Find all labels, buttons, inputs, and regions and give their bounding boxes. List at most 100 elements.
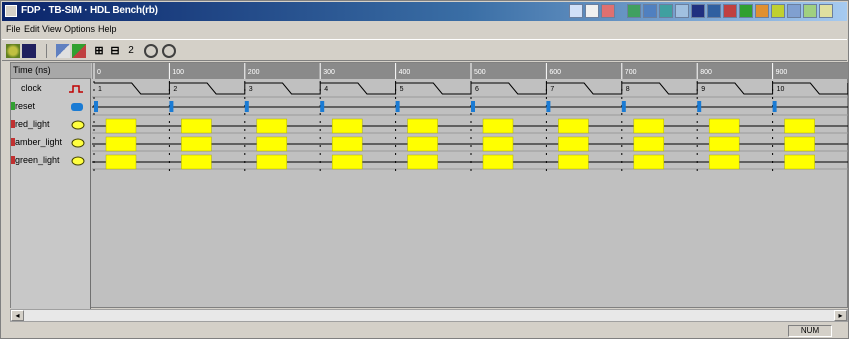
scroll-right-button[interactable]: ▸ (834, 310, 847, 321)
timeline-tick-label: 0 (97, 69, 101, 76)
time-header: Time (ns) (11, 63, 91, 79)
main-window: FDP · TB-SIM · HDL Bench(rb) File Edit V… (0, 0, 849, 339)
tray-icon[interactable] (643, 4, 657, 18)
light-pulse (407, 136, 438, 152)
tray-icon[interactable] (755, 4, 769, 18)
timeline-tick-label: 500 (474, 69, 486, 76)
tray-icon[interactable] (723, 4, 737, 18)
clock-cycle-label: 3 (249, 86, 253, 93)
time-header-label: Time (ns) (13, 65, 51, 75)
light-pulse (181, 154, 212, 170)
reset-marker (471, 101, 475, 112)
status-bar: NUM (2, 324, 847, 338)
timeline-tick-label: 900 (776, 69, 788, 76)
light-pulse (482, 154, 514, 170)
bus-signal-icon (71, 138, 85, 148)
light-pulse (181, 118, 212, 134)
light-pulse (105, 118, 137, 134)
reset-signal-icon (71, 103, 83, 111)
light-pulse (105, 154, 137, 170)
light-pulse (633, 136, 665, 152)
close-icon[interactable] (601, 4, 615, 18)
timeline-tick-label: 700 (625, 69, 637, 76)
signal-label: amber_light (15, 137, 63, 147)
menu-view[interactable]: View (42, 24, 61, 34)
tray-icon[interactable] (819, 4, 833, 18)
reset-marker (621, 101, 626, 112)
waveform-canvas[interactable]: 0 100 200 300 400 500 600 700 800 900 1 2 3 4 5 6 7 8 9 10 (92, 63, 848, 309)
toolbar-separator (46, 44, 48, 58)
light-pulse (708, 136, 740, 152)
clock-cycle-label: 8 (626, 86, 630, 93)
tray-icon[interactable] (627, 4, 641, 18)
tray-icon[interactable] (659, 4, 673, 18)
magnify-icon[interactable] (144, 44, 158, 58)
reset-marker (395, 101, 400, 112)
open-icon[interactable] (6, 44, 20, 58)
signal-row-amber-light[interactable]: amber_light (11, 135, 91, 151)
run-icon[interactable] (56, 44, 70, 58)
menu-edit[interactable]: Edit (24, 24, 40, 34)
signal-row-clock[interactable]: clock (11, 81, 91, 97)
magnify-out-icon[interactable] (162, 44, 176, 58)
light-pulse (256, 118, 288, 134)
signal-label: clock (21, 83, 42, 93)
tray-icon[interactable] (675, 4, 689, 18)
taskbar-icons (569, 4, 847, 20)
reset-marker (697, 101, 702, 112)
horizontal-scrollbar[interactable]: ◂ ▸ (10, 309, 848, 322)
menu-options[interactable]: Options (64, 24, 95, 34)
light-pulse (784, 136, 815, 152)
light-pulse (482, 136, 514, 152)
tray-icon[interactable] (787, 4, 801, 18)
zoom-out-icon[interactable]: ⊟ (108, 44, 122, 58)
title-bar: FDP · TB-SIM · HDL Bench(rb) (2, 2, 847, 21)
reset-marker (320, 101, 325, 112)
scroll-left-button[interactable]: ◂ (11, 310, 24, 321)
bus-signal-icon (71, 156, 85, 166)
clock-cycle-label: 1 (98, 86, 102, 93)
reset-marker (94, 101, 98, 112)
tray-icon[interactable] (739, 4, 753, 18)
timeline-tick-label: 100 (172, 69, 184, 76)
tray-icon[interactable] (691, 4, 705, 18)
signal-row-green-light[interactable]: green_light (11, 153, 91, 169)
timeline-tick-label: 800 (700, 69, 712, 76)
tray-icon[interactable] (707, 4, 721, 18)
clock-waveform (94, 82, 848, 95)
menu-file[interactable]: File (6, 24, 21, 34)
signal-row-reset[interactable]: reset (11, 99, 91, 115)
save-icon[interactable] (22, 44, 36, 58)
light-pulse (181, 136, 212, 152)
light-pulse (784, 154, 815, 170)
clock-signal-icon (69, 85, 83, 93)
signal-label: green_light (15, 155, 60, 165)
signal-row-red-light[interactable]: red_light (11, 117, 91, 133)
light-pulse (105, 136, 137, 152)
light-pulse (708, 154, 740, 170)
zoom-in-icon[interactable]: ⊞ (92, 44, 106, 58)
app-icon (5, 5, 17, 17)
timeline-tick-label: 300 (323, 69, 335, 76)
light-pulse (633, 118, 665, 134)
clock-cycle-label: 2 (173, 86, 177, 93)
clock-cycle-label: 4 (324, 86, 328, 93)
clock-cycle-label: 10 (777, 86, 785, 93)
timeline-header (92, 63, 848, 79)
tray-icon[interactable] (771, 4, 785, 18)
signal-label: red_light (15, 119, 50, 129)
light-pulse (256, 154, 288, 170)
step-icon[interactable] (72, 44, 86, 58)
menu-bar: File Edit View Options Help (2, 22, 847, 38)
light-pulse (331, 154, 363, 170)
light-pulse (407, 154, 438, 170)
light-pulse (482, 118, 514, 134)
minimize-icon[interactable] (569, 4, 583, 18)
clock-cycle-label: 9 (701, 86, 705, 93)
timeline-tick-label: 600 (549, 69, 561, 76)
tray-icon[interactable] (803, 4, 817, 18)
step-count[interactable]: 2 (124, 44, 138, 58)
maximize-icon[interactable] (585, 4, 599, 18)
toolbar: ⊞ ⊟ 2 (2, 39, 847, 61)
menu-help[interactable]: Help (98, 24, 117, 34)
